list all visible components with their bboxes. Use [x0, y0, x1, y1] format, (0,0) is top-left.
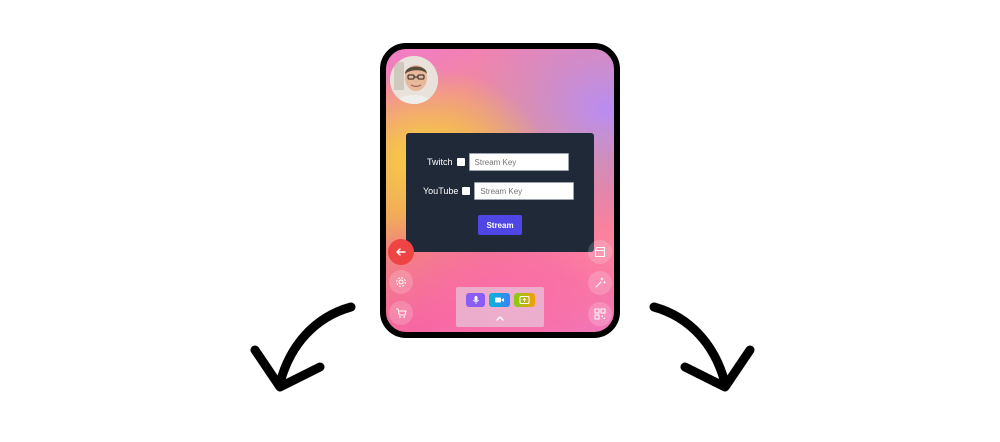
curved-arrow-left-icon	[250, 302, 356, 392]
twitch-label: Twitch	[427, 157, 453, 167]
youtube-stream-key-input[interactable]	[474, 182, 575, 200]
microphone-icon	[472, 296, 479, 304]
youtube-row: YouTube	[423, 182, 575, 200]
arrow-left-icon	[396, 248, 406, 256]
stream-settings-panel: Twitch YouTube Stream	[406, 133, 594, 252]
screen-share-icon	[519, 296, 530, 304]
clapperboard-icon	[595, 247, 605, 257]
microphone-toggle[interactable]	[466, 293, 485, 307]
back-button[interactable]	[388, 239, 414, 265]
shopping-cart-icon	[396, 308, 407, 318]
screen-share-toggle[interactable]	[514, 293, 535, 307]
twitch-checkbox[interactable]	[456, 158, 465, 166]
settings-button[interactable]	[389, 270, 413, 294]
youtube-label: YouTube	[423, 186, 459, 196]
phone-device: Twitch YouTube Stream	[380, 43, 620, 338]
magic-sparkle-icon	[595, 277, 606, 288]
chevron-up-icon	[496, 316, 504, 321]
gear-icon	[396, 277, 406, 287]
cart-button[interactable]	[389, 301, 413, 325]
twitch-row: Twitch	[427, 153, 569, 171]
media-toolbar	[456, 287, 544, 327]
effects-button[interactable]	[588, 271, 612, 295]
qr-code-icon	[594, 308, 606, 320]
expand-toolbar-button[interactable]	[492, 310, 508, 326]
camera-toggle[interactable]	[489, 293, 510, 307]
avatar-photo-icon	[390, 56, 438, 104]
youtube-checkbox[interactable]	[462, 187, 471, 195]
curved-arrow-right-icon	[649, 302, 755, 392]
twitch-stream-key-input[interactable]	[468, 153, 569, 171]
clapperboard-button[interactable]	[588, 240, 612, 264]
stream-button[interactable]: Stream	[478, 215, 522, 235]
video-camera-icon	[495, 297, 504, 303]
avatar[interactable]	[390, 56, 438, 104]
qr-code-button[interactable]	[588, 302, 612, 326]
